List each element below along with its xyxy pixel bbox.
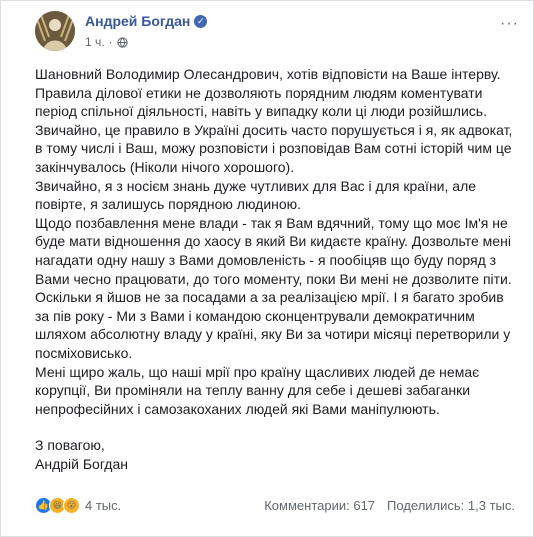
author-name-link[interactable]: Андрей Богдан <box>85 13 190 29</box>
globe-icon <box>116 36 128 48</box>
post-paragraph: Мені щиро жаль, що наші мрії про країну … <box>35 363 480 417</box>
meta-separator: · <box>108 35 113 49</box>
author-avatar[interactable] <box>35 11 75 51</box>
post-paragraph: Шановний Володимир Олесандрович, хотів в… <box>35 66 501 82</box>
post-timestamp[interactable]: 1 ч. <box>85 35 105 49</box>
avatar-image <box>35 11 75 51</box>
post-paragraph: Щодо позбавлення мене влади - так я Вам … <box>35 214 512 361</box>
wow-reaction-icon: 😮 <box>63 496 80 514</box>
post-meta: 1 ч. · <box>85 35 128 49</box>
post-card: Андрей Богдан ✓ 1 ч. · ··· Шановний Воло… <box>0 0 534 537</box>
post-paragraph: Правила ділової етики не дозволяють поря… <box>35 84 487 120</box>
post-closing: З повагою, <box>35 437 105 454</box>
post-signature: Андрій Богдан <box>35 455 128 472</box>
verified-badge-icon: ✓ <box>194 14 208 28</box>
post-footer: 👍 😆 😮 4 тыс. Комментарии: 617 Поделились… <box>35 493 515 517</box>
post-body: Шановний Володимир Олесандрович, хотів в… <box>35 65 515 473</box>
author-name-row: Андрей Богдан ✓ <box>85 13 208 29</box>
reactions-count[interactable]: 4 тыс. <box>85 498 121 513</box>
post-stats: Комментарии: 617 Поделились: 1,3 тыс. <box>264 498 515 513</box>
comments-count-link[interactable]: Комментарии: 617 <box>264 498 375 513</box>
more-options-button[interactable]: ··· <box>500 15 519 33</box>
post-paragraph: Звичайно, я з носієм знань дуже чутливих… <box>35 177 477 213</box>
post-header: Андрей Богдан ✓ 1 ч. · ··· <box>35 11 519 55</box>
shares-count-link[interactable]: Поделились: 1,3 тыс. <box>387 498 515 513</box>
reactions-summary[interactable]: 👍 😆 😮 4 тыс. <box>35 496 121 514</box>
post-paragraph: Звичайно, це правило в Україні досить ча… <box>35 121 513 175</box>
